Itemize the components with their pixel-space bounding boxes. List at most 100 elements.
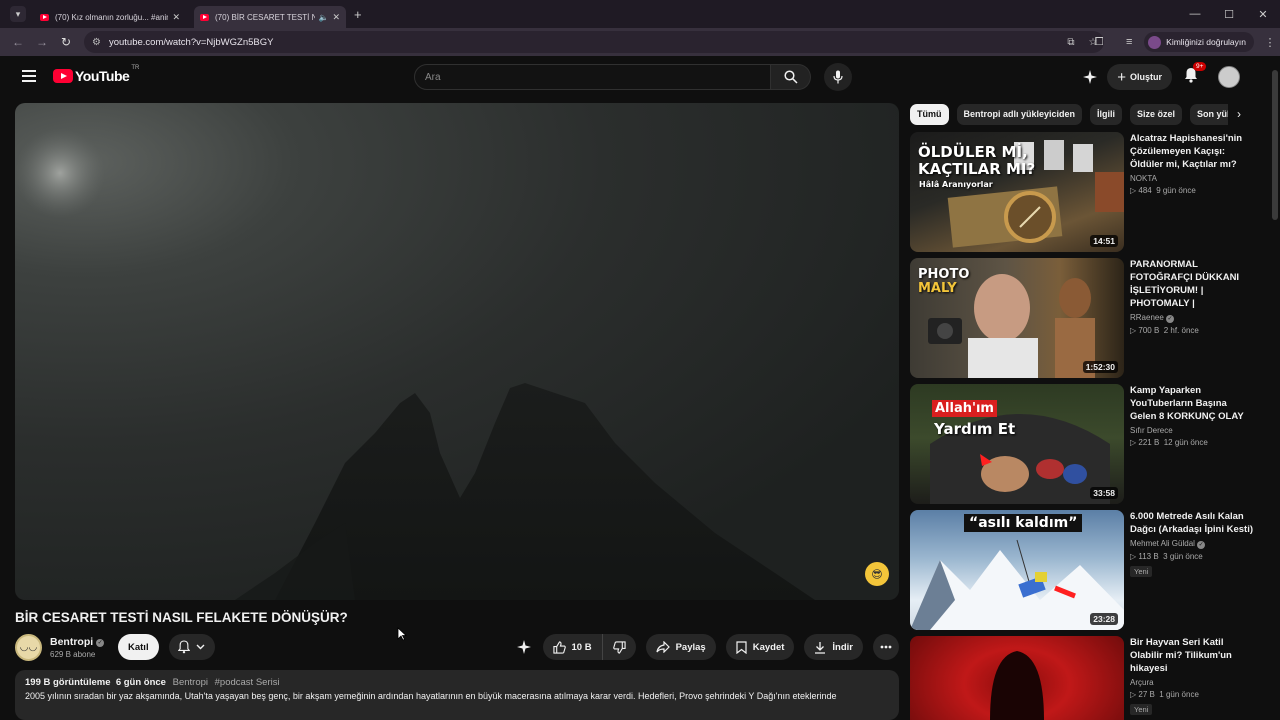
new-badge: Yeni [1130,566,1153,577]
video-thumbnail[interactable]: “asılı kaldım” 23:28 [910,510,1124,630]
forward-icon[interactable]: → [30,35,54,49]
description-box[interactable]: 199 B görüntüleme 6 gün önce Bentropi #p… [15,670,899,720]
chip-from-uploader[interactable]: Bentropi adlı yükleyiciden [956,103,1083,125]
sparkle-icon[interactable] [1083,70,1098,84]
thumbs-down-icon [612,640,626,654]
create-button[interactable]: + Oluştur [1107,64,1172,90]
close-icon[interactable]: ✕ [332,12,340,23]
notification-badge: 9+ [1193,61,1207,71]
bookmark-icon [736,640,747,654]
recommendation-details: PARANORMAL FOTOĞRAFÇI DÜKKANI İŞLETİYORU… [1130,258,1255,335]
window-close-icon[interactable]: ✕ [1246,0,1280,28]
site-info-icon[interactable]: ⚙ [92,37,101,48]
thumbnail-text: Allah'ım [932,400,997,417]
save-button[interactable]: Kaydet [725,634,795,660]
install-app-icon[interactable]: ⧉ [1060,37,1082,48]
video-duration: 33:58 [1090,487,1118,499]
recommendation-item[interactable]: Bir Hayvan Seri Katil Olabilir mi? Tilik… [910,636,1250,720]
youtube-logo[interactable]: YouTube TR [53,65,139,84]
browser-tab-1[interactable]: (70) Kız olmanın zorluğu... #anime ✕ [34,6,186,28]
channel-watermark-icon[interactable]: 😎 [865,562,889,586]
more-actions-button[interactable] [873,634,899,660]
channel-avatar[interactable]: ◡◡ [15,633,42,661]
verified-icon: ✓ [96,638,105,647]
ask-sparkle-icon[interactable] [516,640,531,654]
recommendation-channel[interactable]: Mehmet Ali Güldal ✓ [1130,539,1255,549]
join-button[interactable]: Katıl [118,634,159,660]
profile-button[interactable]: Kimliğinizi doğrulayın [1144,32,1254,52]
chevron-right-icon[interactable]: › [1228,103,1250,125]
recommendation-title[interactable]: PARANORMAL FOTOĞRAFÇI DÜKKANI İŞLETİYORU… [1130,258,1255,310]
like-count: 10 B [571,641,592,653]
search-icon [783,70,798,84]
media-controls-icon[interactable]: ≡ [1114,36,1144,48]
mouse-cursor-icon [397,627,407,641]
recommendation-title[interactable]: 6.000 Metrede Asılı Kalan Dağcı (Arkadaş… [1130,510,1255,536]
notifications-button[interactable]: 9+ [1184,61,1207,88]
video-duration: 1:52:30 [1082,361,1118,373]
like-button[interactable]: 10 B [542,634,603,660]
share-button[interactable]: Paylaş [645,634,716,660]
tab-search-icon[interactable]: ▾ [10,6,26,22]
thumbnail-art [990,651,1044,720]
reload-icon[interactable]: ↻ [54,35,78,49]
menu-icon[interactable] [22,70,36,85]
video-thumbnail[interactable]: ÖLDÜLER Mİ, KAÇTILAR MI? Hâlâ Aranıyorla… [910,132,1124,252]
maximize-icon[interactable]: ☐ [1212,0,1246,28]
recommendation-title[interactable]: Alcatraz Hapishanesi'nin Çözülemeyen Kaç… [1130,132,1255,171]
chip-related[interactable]: İlgili [1090,103,1123,125]
recommendation-title[interactable]: Bir Hayvan Seri Katil Olabilir mi? Tilik… [1130,636,1255,675]
thumbnail-text: MALY [918,281,957,296]
search-button[interactable] [771,64,811,90]
recommendation-item[interactable]: ÖLDÜLER Mİ, KAÇTILAR MI? Hâlâ Aranıyorla… [910,132,1250,252]
verified-icon: ✓ [1197,541,1206,549]
video-thumbnail[interactable] [910,636,1124,720]
browser-tabstrip: ▾ (70) Kız olmanın zorluğu... #anime ✕ (… [0,0,1280,28]
browser-menu-icon[interactable]: ⋮ [1260,36,1280,49]
thumbnail-text: PHOTO [918,267,970,282]
recommendation-item[interactable]: “asılı kaldım” 23:28 6.000 Metrede Asılı… [910,510,1253,630]
extensions-icon[interactable]: ⧠ [1084,36,1114,49]
scrollbar-thumb[interactable] [1272,70,1278,220]
dislike-button[interactable] [602,634,636,660]
youtube-favicon-icon [200,13,209,21]
chip-all[interactable]: Tümü [910,103,949,125]
address-bar[interactable]: ⚙ youtube.com/watch?v=NjbWGZn5BGY ⧉ ☆ [84,31,1104,53]
recommendation-item[interactable]: PHOTO MALY 1:52:30 PARANORMAL FOTOĞRAFÇI… [910,258,1250,378]
chip-for-you[interactable]: Size özel [1130,103,1183,125]
video-thumbnail[interactable]: Allah'ım Yardım Et 33:58 [910,384,1124,504]
recommendation-channel[interactable]: RRaenee ✓ [1130,313,1255,323]
recommendation-item[interactable]: Allah'ım Yardım Et 33:58 Kamp Yaparken Y… [910,384,1250,504]
download-button[interactable]: İndir [804,634,863,660]
video-thumbnail[interactable]: PHOTO MALY 1:52:30 [910,258,1124,378]
speaker-icon[interactable]: 🔈 [318,13,328,22]
recommendation-stats: ▷ 113 B 3 gün önce [1130,552,1203,561]
recommendation-channel[interactable]: NOKTA [1130,174,1255,183]
channel-name[interactable]: Bentropi ✓ [50,636,108,648]
video-duration: 23:28 [1090,613,1118,625]
logo-text: YouTube [75,68,130,84]
verified-icon: ✓ [1166,315,1175,323]
subscription-bell-button[interactable] [168,634,215,660]
recommendation-details: 6.000 Metrede Asılı Kalan Dağcı (Arkadaş… [1130,510,1255,579]
recommendation-channel[interactable]: Sıfır Derece [1130,426,1255,435]
browser-tab-2[interactable]: (70) BİR CESARET TESTİ NASIL FELAKETE DÖ… [194,6,346,28]
new-tab-icon[interactable]: + [354,7,362,22]
recommendation-title[interactable]: Kamp Yaparken YouTuberların Başına Gelen… [1130,384,1255,423]
close-icon[interactable]: ✕ [172,12,180,23]
back-icon[interactable]: ← [6,35,30,49]
page-scrollbar[interactable] [1270,56,1280,720]
thumbnail-text: Hâlâ Aranıyorlar [919,180,993,189]
voice-search-button[interactable] [824,63,852,91]
recommendation-details: Bir Hayvan Seri Katil Olabilir mi? Tilik… [1130,636,1255,717]
recommendation-details: Alcatraz Hapishanesi'nin Çözülemeyen Kaç… [1130,132,1255,195]
account-avatar[interactable] [1218,66,1240,88]
video-player[interactable]: 😎 [15,103,899,600]
search-input[interactable]: Ara [414,64,771,90]
minimize-icon[interactable]: — [1178,0,1212,28]
hashtag-link[interactable]: #podcast Serisi [215,677,280,688]
hashtag-link[interactable]: Bentropi [173,677,208,688]
profile-avatar [1148,35,1162,49]
url-text: youtube.com/watch?v=NjbWGZn5BGY [108,36,274,48]
recommendation-channel[interactable]: Arçura [1130,678,1255,687]
